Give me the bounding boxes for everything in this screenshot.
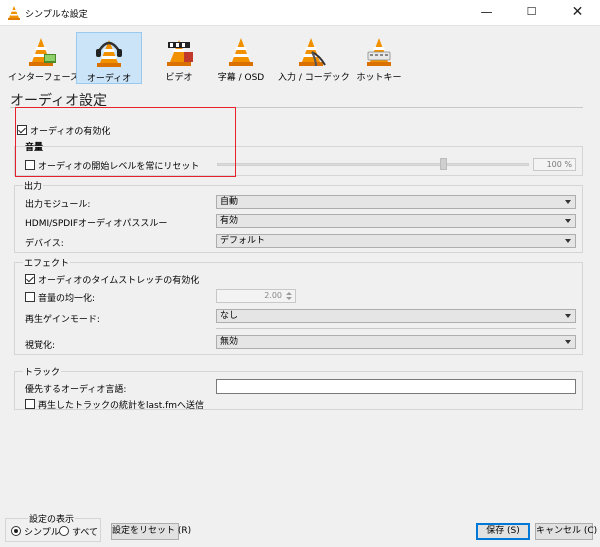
chevron-down-icon [565,200,571,204]
reset-settings-button[interactable]: 設定をリセット (R) [111,523,191,540]
tab-input-codecs-label: 入力 / コーデック [278,73,350,83]
input-codecs-cone-icon [299,38,326,67]
normalize-spinbox[interactable]: 2.00 [216,289,296,303]
simple-radio[interactable] [11,526,21,536]
tab-video[interactable]: ビデオ [146,32,212,84]
vlc-cone-icon [8,6,20,20]
passthrough-select[interactable]: 有効 [216,214,576,228]
output-module-value: 自動 [220,197,239,207]
chevron-down-icon [565,314,571,318]
maximize-button[interactable]: ☐ [509,0,554,26]
normalize-value: 2.00 [264,291,282,300]
device-value: デフォルト [220,236,266,246]
volume-slider-thumb[interactable] [439,158,447,170]
close-button[interactable]: ✕ [555,0,600,26]
replay-gain-value: なし [220,311,239,321]
tracks-heading: トラック [23,365,62,378]
passthrough-label: HDMI/SPDIFオーディオパススルー [25,219,168,229]
preferred-language-input[interactable] [216,379,576,394]
interface-cone-icon [29,38,56,66]
output-module-select[interactable]: 自動 [216,195,576,209]
chevron-down-icon [565,239,571,243]
replay-gain-label: 再生ゲインモード: [25,315,100,325]
tab-audio[interactable]: オーディオ [76,32,142,84]
show-settings-heading: 設定の表示 [28,512,76,525]
timestretch-label: オーディオのタイムストレッチの有効化 [38,276,200,286]
tab-hotkeys-label: ホットキー [356,73,402,83]
tab-subtitles-osd[interactable]: 字幕 / OSD [208,32,274,84]
highlight-box [15,107,236,177]
title-bar: シンプルな設定 — ☐ ✕ [0,0,600,26]
visualization-value: 無効 [220,337,239,347]
cancel-button[interactable]: キャンセル (C) [535,523,597,540]
all-label: すべて [72,528,99,538]
device-select[interactable]: デフォルト [216,234,576,248]
tab-interface[interactable]: インターフェース [8,32,80,84]
output-module-label: 出力モジュール: [25,200,91,210]
tab-interface-label: インターフェース [8,73,80,83]
effects-heading: エフェクト [23,256,71,269]
category-toolbar: インターフェース オーディオ ビデオ 字幕 / OSD 入力 / コーデック ホ… [0,27,600,85]
visualization-label: 視覚化: [25,341,56,351]
lastfm-label: 再生したトラックの統計をlast.fmへ送信 [38,401,205,411]
output-heading: 出力 [23,179,44,192]
timestretch-checkbox[interactable] [25,274,35,284]
visualization-select[interactable]: 無効 [216,335,576,349]
all-radio[interactable] [59,526,69,536]
tab-video-label: ビデオ [165,73,193,83]
lastfm-checkbox[interactable] [25,399,35,409]
effects-divider [216,328,576,329]
tab-subtitles-osd-label: 字幕 / OSD [217,73,265,83]
tab-audio-label: オーディオ [86,74,132,84]
audio-headphones-cone-icon [96,40,122,67]
window-title: シンプルな設定 [25,10,88,20]
preferred-language-label: 優先するオーディオ言語: [25,385,127,395]
volume-slider-track[interactable] [217,163,529,166]
subtitles-cone-icon [229,38,253,66]
chevron-down-icon [565,219,571,223]
chevron-down-icon [565,340,571,344]
tab-input-codecs[interactable]: 入力 / コーデック [278,32,350,84]
minimize-button[interactable]: — [464,0,509,26]
replay-gain-select[interactable]: なし [216,309,576,323]
simple-label: シンプル [24,528,60,538]
video-cone-icon [167,40,193,66]
normalize-label: 音量の均一化: [38,294,96,304]
passthrough-value: 有効 [220,216,239,226]
save-button[interactable]: 保存 (S) [476,523,530,540]
tab-hotkeys[interactable]: ホットキー [346,32,412,84]
device-label: デバイス: [25,239,64,249]
spin-arrows-icon[interactable] [285,290,293,302]
hotkeys-cone-icon [367,38,391,66]
volume-value[interactable]: 100 % [533,158,576,171]
normalize-checkbox[interactable] [25,292,35,302]
